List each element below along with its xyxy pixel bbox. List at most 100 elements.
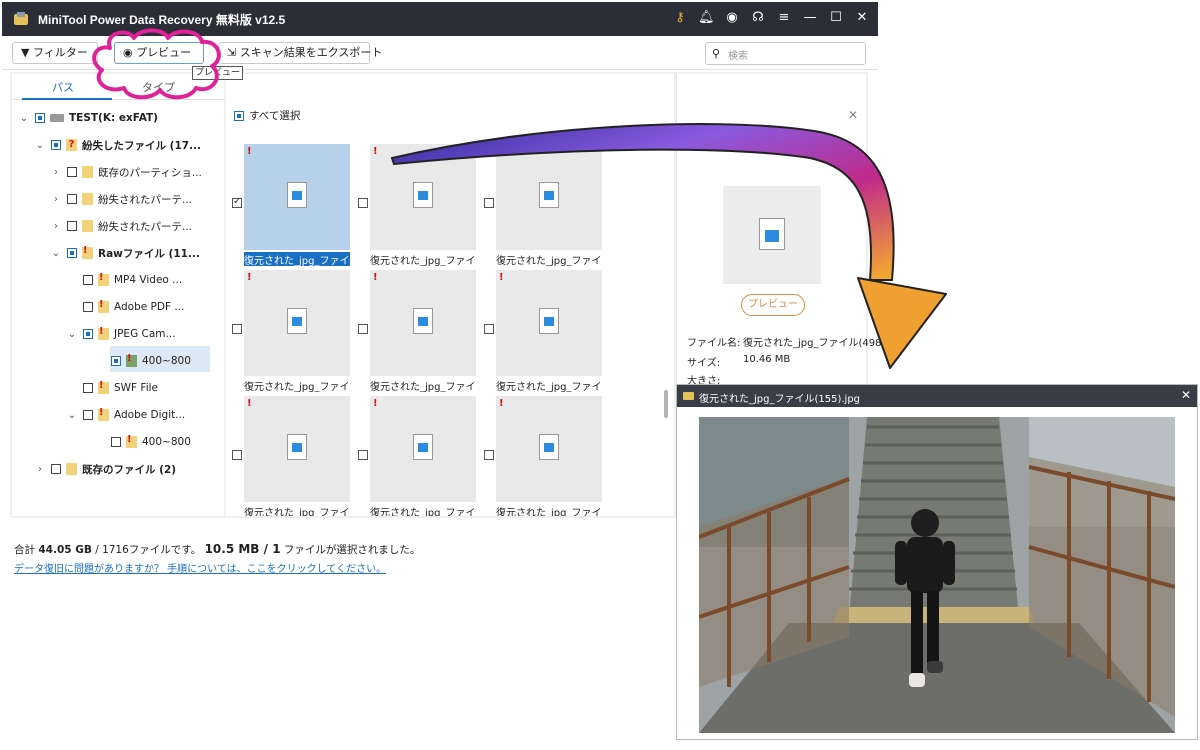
file-checkbox[interactable] [232, 450, 242, 460]
select-all[interactable]: すべて選択 [234, 108, 300, 123]
folder-icon [82, 220, 93, 232]
minimize-icon[interactable]: — [802, 9, 818, 27]
select-all-checkbox[interactable] [234, 110, 244, 121]
file-checkbox[interactable] [484, 450, 494, 460]
tree-checkbox[interactable] [51, 464, 61, 474]
file-checkbox[interactable] [358, 324, 368, 334]
app-logo-icon [14, 12, 28, 25]
warning-mark: ! [373, 398, 378, 409]
file-checkbox[interactable] [358, 450, 368, 460]
export-icon: ⇲ [227, 46, 237, 59]
file-caption[interactable]: 復元された_jpg_ファイ... [244, 252, 350, 266]
flow-arrow-annotation [390, 123, 947, 369]
folder-icon [82, 166, 93, 178]
highlight-cloud-annotation [92, 28, 221, 100]
preview-title-bar: 復元された_jpg_ファイル(155).jpg ✕ [677, 385, 1197, 407]
tree-checkbox[interactable] [83, 329, 93, 339]
tree-checkbox[interactable] [67, 194, 77, 204]
menu-icon[interactable]: ≡ [776, 9, 792, 27]
raw-folder-icon [82, 245, 93, 259]
chevron-right-icon[interactable]: › [34, 464, 46, 475]
file-caption[interactable]: 復元された_jpg_ファイ... [370, 378, 476, 392]
tree-panel: パス タイプ ⌄ TEST(K: exFAT) ⌄ ? 紛失したファイル (17… [12, 74, 224, 516]
tree-item[interactable]: Adobe PDF ... [78, 297, 184, 317]
tree-checkbox[interactable] [83, 302, 93, 312]
status-summary: 合計 44.05 GB / 1716ファイルです。 10.5 MB / 1 ファ… [14, 542, 421, 556]
warning-mark: ! [499, 398, 504, 409]
tree-checkbox[interactable] [111, 356, 121, 366]
image-file-icon [287, 182, 307, 208]
file-checkbox[interactable] [358, 198, 368, 208]
export-scan-button[interactable]: ⇲ スキャン結果をエクスポート [218, 42, 382, 64]
tree-checkbox[interactable] [67, 221, 77, 231]
file-thumbnail[interactable]: ! [496, 396, 602, 502]
folder-icon [82, 193, 93, 205]
tree-item[interactable]: ⌄ JPEG Cam... [66, 324, 176, 344]
close-icon[interactable]: ✕ [854, 9, 870, 27]
preview-photo [699, 417, 1175, 733]
help-link[interactable]: データ復旧に問題がありますか？ 手順については、ここをクリックしてください。 [14, 560, 386, 575]
file-checkbox[interactable] [232, 324, 242, 334]
tree-checkbox[interactable] [35, 113, 45, 123]
chevron-down-icon[interactable]: ⌄ [18, 113, 30, 124]
image-preview-window: 復元された_jpg_ファイル(155).jpg ✕ [676, 384, 1198, 740]
tree-item[interactable]: ⌄ Adobe Digit... [66, 405, 185, 425]
chevron-down-icon[interactable]: ⌄ [66, 329, 78, 340]
tree-item[interactable]: ⌄ ? 紛失したファイル (17... [34, 135, 201, 155]
tree-item[interactable]: MP4 Video ... [78, 270, 182, 290]
raw-folder-icon [98, 299, 109, 313]
file-caption[interactable]: 復元された_jpg_ファイ... [244, 504, 350, 516]
chevron-right-icon[interactable]: › [50, 221, 62, 232]
funnel-icon: ▼ [21, 46, 30, 59]
tab-path[interactable]: パス [52, 79, 74, 95]
file-caption[interactable]: 復元された_jpg_ファイ... [370, 504, 476, 516]
tree-item[interactable]: 400~800 [106, 432, 191, 452]
raw-folder-icon [98, 272, 109, 286]
app-logo-icon [683, 392, 694, 400]
bell-icon[interactable]: 🔔︎ [698, 9, 715, 27]
file-caption[interactable]: 復元された_jpg_ファイ... [496, 378, 602, 392]
warning-mark: ! [373, 146, 378, 157]
headset-icon[interactable]: ☊ [750, 9, 766, 27]
chevron-right-icon[interactable]: › [50, 167, 62, 178]
tree-checkbox[interactable] [83, 410, 93, 420]
tree-checkbox[interactable] [83, 275, 93, 285]
close-icon[interactable]: ✕ [1181, 388, 1191, 402]
tree-checkbox[interactable] [83, 383, 93, 393]
tree-checkbox[interactable] [111, 437, 121, 447]
raw-folder-icon [98, 407, 109, 421]
tree-item[interactable]: › 紛失されたパーテ... [50, 189, 192, 209]
file-checkbox[interactable] [232, 196, 242, 208]
file-thumbnail[interactable]: ! [244, 144, 350, 250]
raw-folder-icon [126, 434, 137, 448]
tree-item[interactable]: ⌄ Rawファイル (11... [50, 243, 200, 263]
tree-item[interactable]: 400~800 [106, 351, 191, 371]
image-file-icon [413, 434, 433, 460]
search-icon: ⚲ [712, 47, 721, 60]
file-caption[interactable]: 復元された_jpg_ファイ... [244, 378, 350, 392]
disc-icon[interactable]: ◉ [724, 9, 740, 27]
tree-item[interactable]: ⌄ TEST(K: exFAT) [18, 108, 158, 128]
chevron-down-icon[interactable]: ⌄ [66, 410, 78, 421]
tree-checkbox[interactable] [67, 167, 77, 177]
filter-button[interactable]: ▼ フィルター [12, 42, 98, 64]
tree-item[interactable]: › 紛失されたパーテ... [50, 216, 192, 236]
tree-item[interactable]: SWF File [78, 378, 158, 398]
file-thumbnail[interactable]: ! [370, 396, 476, 502]
file-thumbnail[interactable]: ! [244, 270, 350, 376]
tree-item[interactable]: › 既存のパーティショ... [50, 162, 202, 182]
key-icon[interactable]: ⚷ [672, 9, 688, 27]
chevron-down-icon[interactable]: ⌄ [50, 248, 62, 259]
chevron-right-icon[interactable]: › [50, 194, 62, 205]
scrollbar-thumb[interactable] [664, 390, 668, 418]
search-input[interactable]: ⚲ 検索 [705, 42, 866, 65]
maximize-icon[interactable]: ☐ [828, 9, 844, 27]
chevron-down-icon[interactable]: ⌄ [34, 140, 46, 151]
tree-checkbox[interactable] [51, 140, 61, 150]
lost-folder-icon: ? [66, 139, 77, 151]
warning-mark: ! [373, 272, 378, 283]
tree-item[interactable]: › 既存のファイル (2) [34, 459, 176, 479]
tree-checkbox[interactable] [67, 248, 77, 258]
file-caption[interactable]: 復元された_jpg_ファイ... [496, 504, 602, 516]
file-thumbnail[interactable]: ! [244, 396, 350, 502]
